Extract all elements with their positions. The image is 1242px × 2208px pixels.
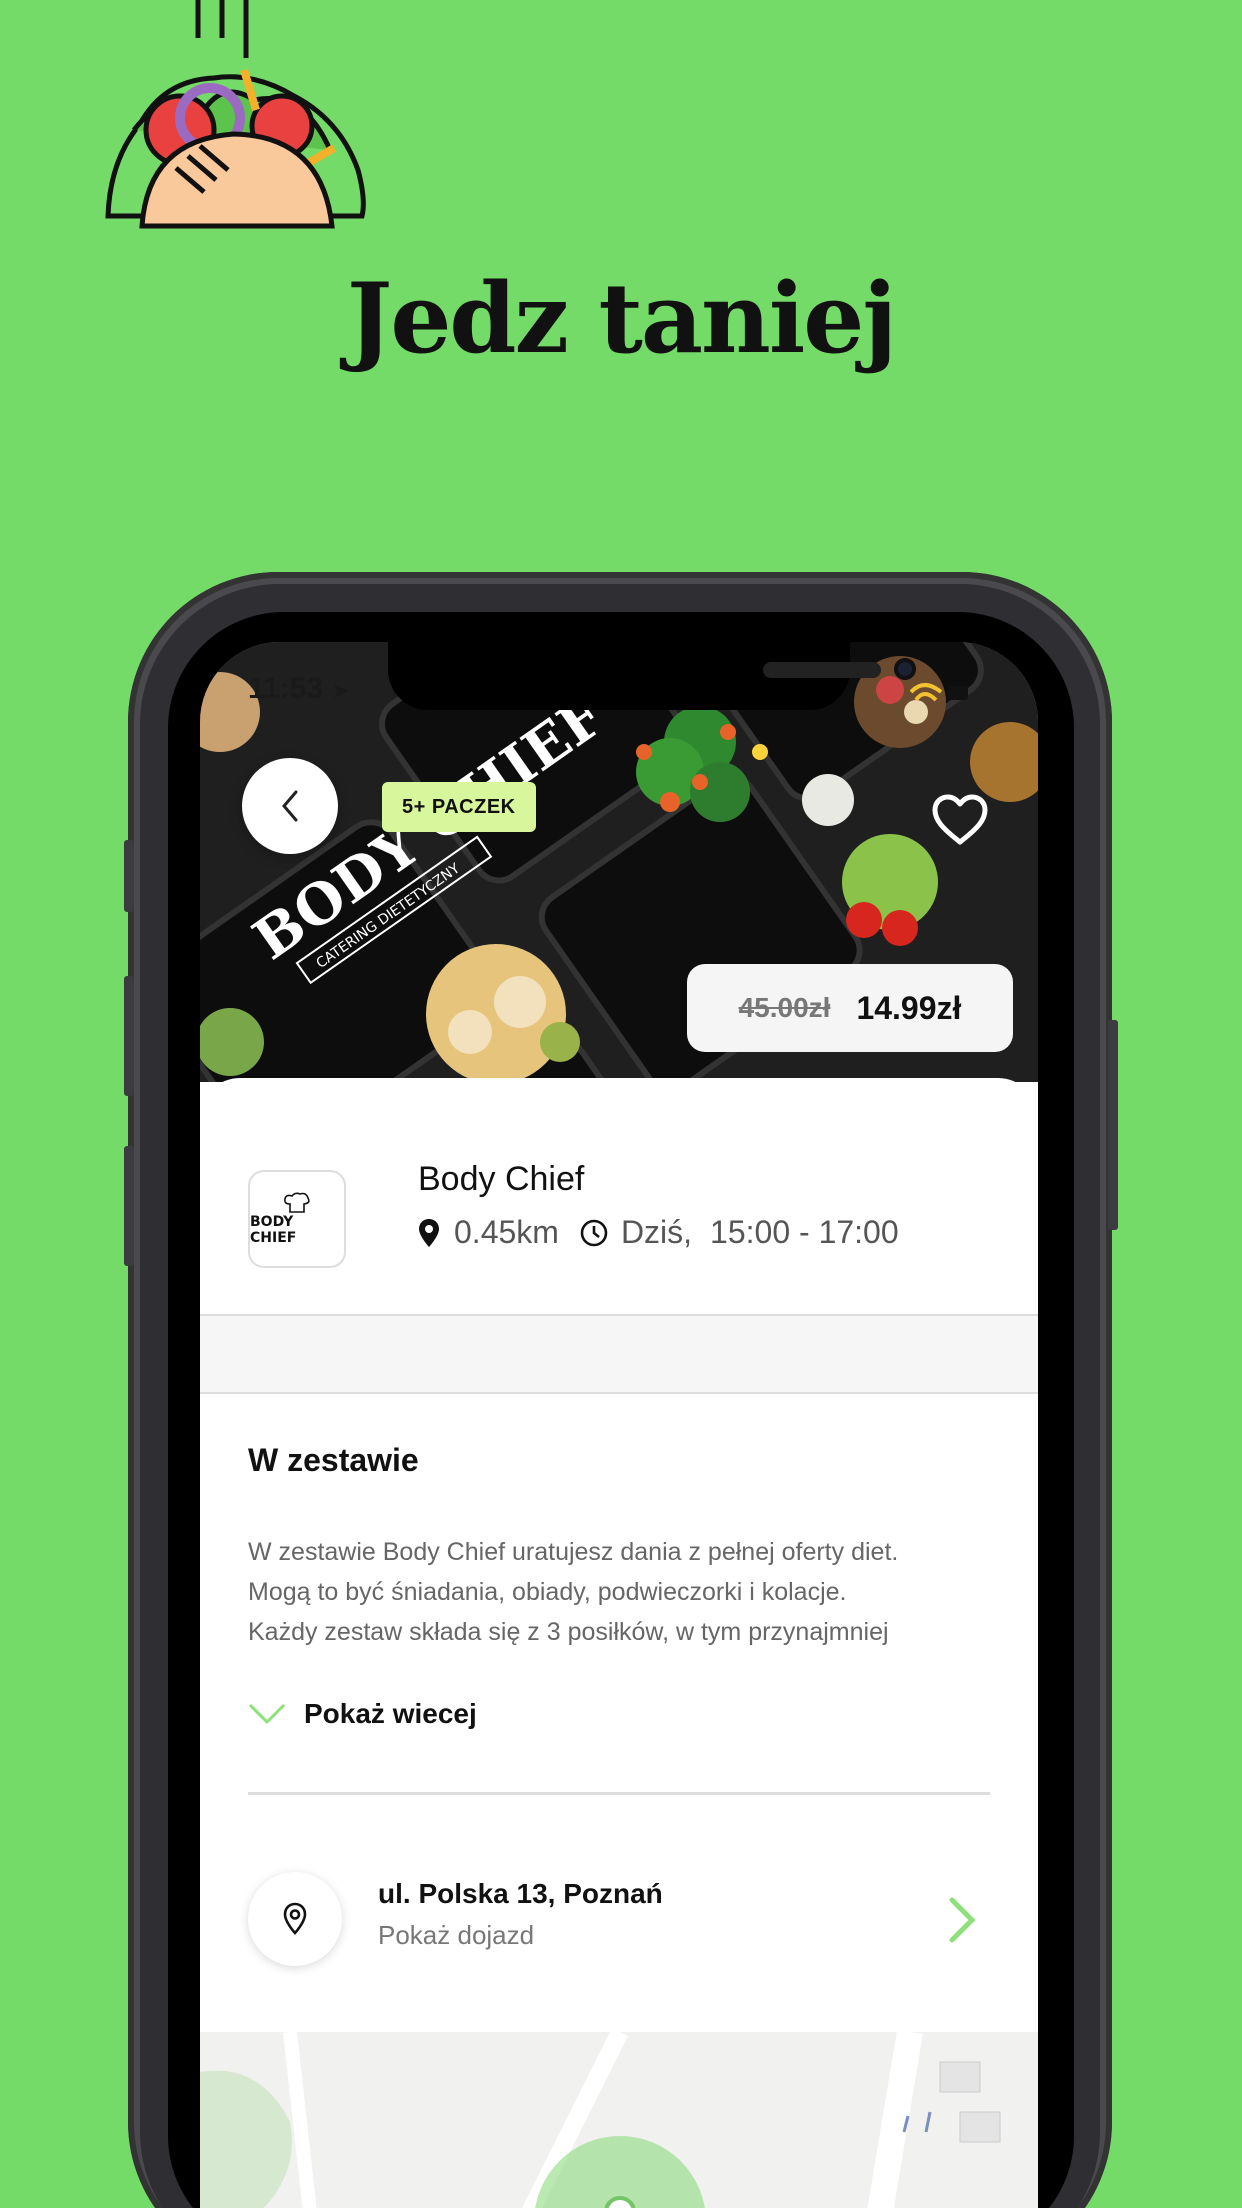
taco-illustration	[105, 0, 366, 229]
map-graphic	[200, 2032, 1038, 2208]
show-more-button[interactable]: Pokaż wiecej	[248, 1698, 477, 1730]
details-card: BODY CHIEF Body Chief 0.45km Dziś, 15:00…	[200, 1078, 1038, 2208]
clock-icon	[580, 1219, 608, 1246]
pickup-day: Dziś,	[620, 1214, 693, 1250]
new-price: 14.99zł	[856, 989, 962, 1026]
chevron-left-icon	[282, 790, 298, 822]
business-name: Body Chief	[418, 1160, 585, 1198]
packages-badge: 5+ PACZEK	[382, 782, 536, 832]
distance: 0.45km	[454, 1214, 559, 1250]
favorite-heart-icon[interactable]	[932, 794, 988, 846]
phone-power-button	[1108, 1020, 1118, 1230]
address-icon-button[interactable]	[248, 1872, 342, 1966]
map-view[interactable]	[200, 2032, 1038, 2208]
offer-description: W zestawie Body Chief uratujesz dania z …	[248, 1532, 998, 1652]
section-title: W zestawie	[248, 1442, 419, 1478]
earpiece	[763, 662, 881, 678]
phone-volume-up	[124, 976, 134, 1096]
description-line: Mogą to być śniadania, obiady, podwieczo…	[248, 1578, 847, 1606]
back-button[interactable]	[242, 758, 338, 854]
business-logo-text: BODY CHIEF	[250, 1214, 297, 1246]
pickup-hours: 15:00 - 17:00	[710, 1214, 899, 1250]
section-divider	[200, 1314, 1038, 1394]
status-time: 11:53 ➤	[248, 672, 350, 705]
old-price: 45.00zł	[738, 992, 831, 1023]
show-more-label: Pokaż wiecej	[304, 1698, 477, 1729]
directions-link[interactable]: Pokaż dojazd	[378, 1920, 534, 1951]
divider-line	[248, 1792, 990, 1795]
address-line[interactable]: ul. Polska 13, Poznań	[378, 1878, 663, 1910]
phone-notch	[388, 642, 916, 710]
location-pin-icon	[419, 1218, 439, 1247]
offer-hero-image: BODY CHIEF CATERING DIETETYCZNY 11:53 ➤ …	[200, 642, 1038, 1082]
price-pill: 45.00zł 14.99zł	[687, 964, 1013, 1052]
app-screen: BODY CHIEF CATERING DIETETYCZNY 11:53 ➤ …	[200, 642, 1038, 2208]
phone-volume-down	[124, 1146, 134, 1266]
front-camera	[894, 658, 916, 680]
description-line: W zestawie Body Chief uratujesz dania z …	[248, 1538, 899, 1566]
map-pin-icon	[283, 1902, 307, 1935]
chevron-down-icon	[248, 1703, 286, 1725]
promo-headline: Jedz taniej	[346, 262, 897, 375]
business-meta: 0.45km Dziś, 15:00 - 17:00	[418, 1214, 905, 1251]
phone-silent-switch	[124, 840, 134, 912]
business-logo: BODY CHIEF	[248, 1170, 346, 1268]
chef-hat-icon	[284, 1192, 310, 1213]
description-line: Każdy zestaw składa się z 3 posiłków, w …	[248, 1618, 889, 1646]
wifi-battery-icon	[910, 683, 968, 702]
chevron-right-icon[interactable]	[948, 1896, 978, 1944]
